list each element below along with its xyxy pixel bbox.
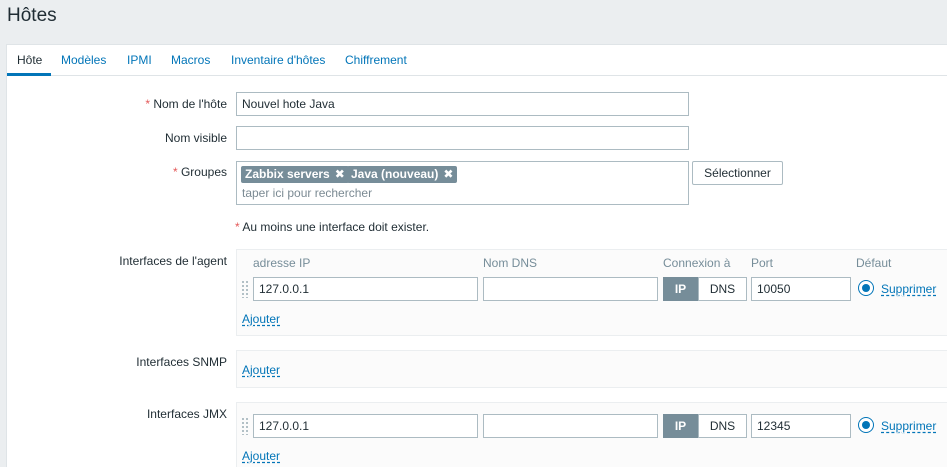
- col-connect-header: Connexion à: [663, 256, 731, 270]
- tab-ipmi[interactable]: IPMI: [127, 45, 152, 76]
- agent-connect-dns-toggle[interactable]: DNS: [698, 277, 747, 301]
- snmp-interfaces-label: Interfaces SNMP: [136, 355, 227, 369]
- jmx-dns-input[interactable]: [483, 414, 658, 438]
- jmx-connect-dns-toggle[interactable]: DNS: [698, 414, 747, 438]
- group-chip: Java (nouveau) ✖: [347, 166, 458, 183]
- agent-add-link[interactable]: Ajouter: [242, 312, 280, 326]
- visible-name-input[interactable]: [236, 126, 689, 150]
- visible-name-label: Nom visible: [164, 131, 227, 145]
- agent-dns-input[interactable]: [483, 277, 658, 301]
- jmx-default-radio[interactable]: [858, 417, 874, 433]
- groups-multiselect[interactable]: Zabbix servers ✖ Java (nouveau) ✖ taper ic…: [236, 161, 689, 205]
- tab-templates[interactable]: Modèles: [61, 45, 106, 76]
- tab-host[interactable]: Hôte: [17, 45, 42, 76]
- groups-search-placeholder[interactable]: taper ici pour rechercher: [242, 186, 372, 200]
- drag-handle-icon[interactable]: [241, 417, 249, 435]
- snmp-interfaces-box: Ajouter: [236, 350, 947, 388]
- interface-warning: * Au moins une interface doit exister.: [235, 220, 430, 234]
- drag-handle-icon[interactable]: [241, 280, 249, 298]
- page-title: Hôtes: [7, 5, 57, 26]
- agent-interfaces-label: Interfaces de l'agent: [119, 254, 227, 268]
- active-tab-indicator: [7, 73, 51, 76]
- jmx-remove-link[interactable]: Supprimer: [881, 419, 936, 433]
- tab-inventory[interactable]: Inventaire d'hôtes: [231, 45, 325, 76]
- jmx-interfaces-label: Interfaces JMX: [146, 407, 227, 421]
- col-default-header: Défaut: [856, 256, 892, 270]
- agent-interfaces-box: adresse IP Nom DNS Connexion à Port Défa…: [236, 249, 947, 336]
- tab-encryption[interactable]: Chiffrement: [345, 45, 407, 76]
- hostname-label: * Nom de l'hôte: [145, 97, 227, 111]
- jmx-port-input[interactable]: [751, 414, 851, 438]
- host-form-panel: Hôte Modèles IPMI Macros Inventaire d'hô…: [6, 44, 947, 467]
- jmx-connect-ip-toggle[interactable]: IP: [663, 414, 698, 438]
- agent-ip-input[interactable]: [253, 277, 478, 301]
- agent-remove-link[interactable]: Supprimer: [881, 282, 936, 296]
- select-groups-button[interactable]: Sélectionner: [692, 161, 783, 185]
- snmp-add-link[interactable]: Ajouter: [242, 363, 280, 377]
- group-chip: Zabbix servers ✖: [241, 166, 349, 183]
- required-mark: *: [145, 97, 150, 111]
- col-ip-header: adresse IP: [253, 256, 311, 270]
- jmx-add-link[interactable]: Ajouter: [242, 449, 280, 463]
- agent-port-input[interactable]: [751, 277, 851, 301]
- jmx-interfaces-box: IP DNS Supprimer Ajouter: [236, 402, 947, 467]
- required-mark: *: [172, 165, 178, 179]
- tab-macros[interactable]: Macros: [171, 45, 210, 76]
- agent-connect-ip-toggle[interactable]: IP: [663, 277, 698, 301]
- tab-bar: Hôte Modèles IPMI Macros Inventaire d'hô…: [7, 45, 947, 76]
- groups-label: * Groupes: [172, 165, 227, 179]
- col-port-header: Port: [751, 256, 774, 270]
- jmx-ip-input[interactable]: [253, 414, 478, 438]
- remove-chip-icon[interactable]: ✖: [335, 167, 345, 181]
- col-dns-header: Nom DNS: [483, 256, 538, 270]
- agent-default-radio[interactable]: [858, 280, 874, 296]
- required-mark: *: [235, 220, 240, 234]
- remove-chip-icon[interactable]: ✖: [443, 167, 453, 181]
- hostname-input[interactable]: [236, 92, 689, 116]
